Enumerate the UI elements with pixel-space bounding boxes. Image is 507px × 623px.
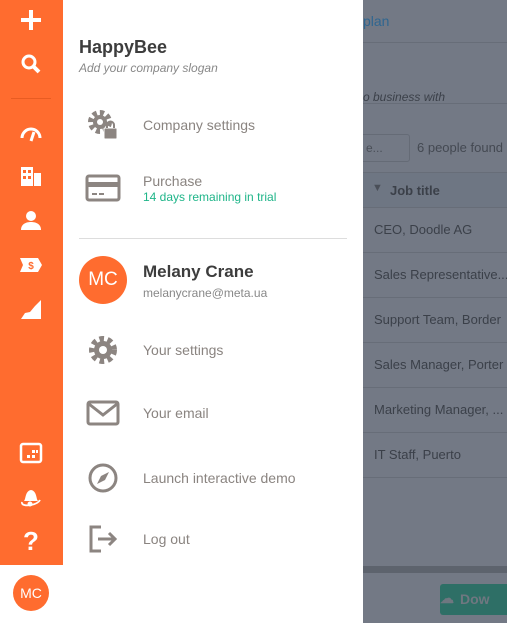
- gear-lock-icon: [85, 109, 121, 141]
- menu-item-purchase[interactable]: Purchase 14 days remaining in trial: [63, 168, 363, 208]
- svg-text:$: $: [28, 261, 34, 272]
- calendar-icon[interactable]: [16, 440, 46, 466]
- search-input[interactable]: e...: [363, 134, 410, 162]
- help-icon[interactable]: ?: [16, 526, 46, 556]
- gear-icon: [85, 334, 121, 366]
- people-count: 6 people found: [417, 140, 504, 155]
- menu-item-log-out[interactable]: Log out: [63, 519, 363, 559]
- dashboard-icon[interactable]: [16, 120, 46, 146]
- bell-icon[interactable]: [16, 483, 46, 509]
- plus-icon[interactable]: [16, 7, 46, 33]
- cell: Marketing Manager, ...: [374, 402, 504, 417]
- search-icon[interactable]: [16, 51, 46, 77]
- launch-demo-label: Launch interactive demo: [143, 470, 296, 486]
- dollar-tag-icon[interactable]: $: [16, 252, 46, 278]
- dimmed-background-page[interactable]: plan o business with e... 6 people found…: [363, 0, 507, 623]
- divider: [363, 103, 507, 104]
- envelope-icon: [85, 397, 121, 429]
- logout-icon: [85, 523, 121, 555]
- log-out-label: Log out: [143, 531, 190, 547]
- company-settings-label: Company settings: [143, 117, 256, 133]
- divider: [363, 42, 507, 43]
- cell: Sales Manager, Porter: [374, 357, 504, 372]
- user-avatar-button[interactable]: MC: [13, 575, 49, 611]
- download-button[interactable]: ☁ Dow: [440, 584, 507, 615]
- menu-item-your-settings[interactable]: Your settings: [63, 330, 363, 370]
- building-icon[interactable]: [16, 163, 46, 189]
- menu-item-your-email[interactable]: Your email: [63, 393, 363, 433]
- avatar: MC: [79, 256, 127, 304]
- table-header: ▼ Job title: [363, 172, 507, 208]
- subtitle: o business with: [363, 90, 446, 104]
- menu-divider: [79, 238, 347, 239]
- cell: CEO, Doodle AG: [374, 222, 473, 237]
- purchase-label: Purchase: [143, 173, 203, 189]
- cell: Support Team, Border: [374, 312, 501, 327]
- chart-icon[interactable]: [16, 296, 46, 322]
- filter-icon[interactable]: ▼: [372, 182, 383, 194]
- cell: IT Staff, Puerto: [374, 447, 461, 462]
- company-name: HappyBee: [79, 37, 168, 57]
- user-name: Melany Crane: [143, 262, 254, 281]
- user-menu-panel: HappyBee Add your company slogan Company…: [63, 0, 363, 623]
- menu-item-company-settings[interactable]: Company settings: [63, 105, 363, 145]
- compass-icon: [85, 462, 121, 494]
- your-email-label: Your email: [143, 405, 209, 421]
- column-job-title[interactable]: Job title: [390, 183, 440, 198]
- menu-item-launch-demo[interactable]: Launch interactive demo: [63, 458, 363, 498]
- horizontal-scrollbar[interactable]: [363, 566, 507, 573]
- user-email: melanycrane@meta.ua: [143, 286, 268, 300]
- trial-status: 14 days remaining in trial: [143, 190, 277, 204]
- person-icon[interactable]: [16, 207, 46, 233]
- search-placeholder: e...: [366, 141, 383, 155]
- your-settings-label: Your settings: [143, 342, 224, 358]
- download-label: Dow: [460, 591, 490, 607]
- sidebar-divider: [11, 98, 51, 99]
- plan-link[interactable]: plan: [363, 13, 389, 29]
- credit-card-icon: [85, 172, 121, 204]
- cell: Sales Representative...: [374, 267, 507, 282]
- cloud-download-icon: ☁: [440, 590, 454, 606]
- sidebar: $ ? MC: [0, 0, 63, 623]
- company-slogan[interactable]: Add your company slogan: [79, 61, 218, 75]
